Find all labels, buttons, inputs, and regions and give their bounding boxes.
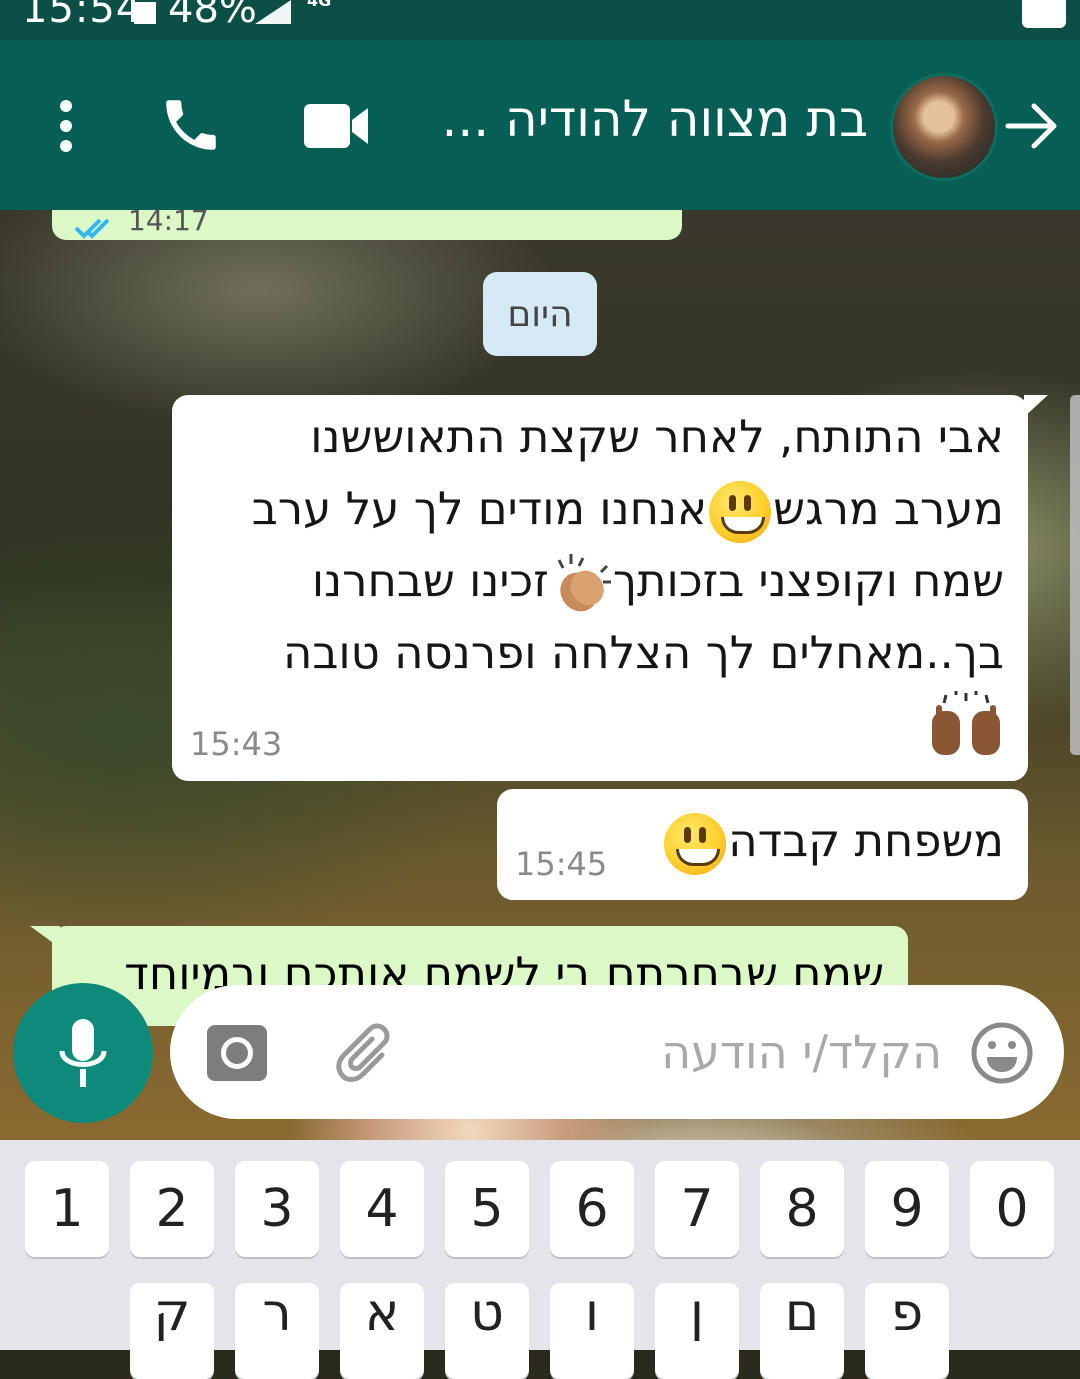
key-letter[interactable]: ם xyxy=(760,1283,844,1379)
battery-percent: 48% xyxy=(168,0,257,32)
date-chip: היום xyxy=(483,272,597,356)
double-check-icon xyxy=(74,218,110,239)
battery-icon xyxy=(134,2,156,24)
smile-emoji-icon xyxy=(664,813,727,875)
incoming-message-bubble[interactable]: משפחת קבדה 15:45 xyxy=(497,789,1028,900)
emoji-icon[interactable] xyxy=(970,1021,1034,1085)
message-line: אבי התותח, לאחר שקצת התאוששנו xyxy=(310,410,1004,463)
camera-icon[interactable] xyxy=(206,1022,268,1082)
avatar[interactable] xyxy=(890,73,998,181)
message-line: שמח וקופצני בזכותך זכינו שבחרנו xyxy=(252,545,1004,617)
key-letter[interactable]: ט xyxy=(445,1283,529,1379)
key-letter[interactable]: ו xyxy=(550,1283,634,1379)
message-line: מערב מרגש אנחנו מודים לך על ערב xyxy=(252,473,1004,545)
incoming-message-bubble[interactable]: אבי התותח, לאחר שקצת התאוששנו מערב מרגש א… xyxy=(172,395,1048,781)
network-type: 4G xyxy=(307,0,332,10)
more-vert-icon[interactable] xyxy=(50,96,82,156)
key-9[interactable]: 9 xyxy=(865,1161,949,1257)
key-letter[interactable]: א xyxy=(340,1283,424,1379)
call-icon[interactable] xyxy=(158,92,224,158)
message-fragment: שמח וקופצני בזכותך xyxy=(612,554,1004,607)
key-2[interactable]: 2 xyxy=(130,1161,214,1257)
message-time: 15:45 xyxy=(515,845,608,883)
chat-header: בת מצווה להודיה ... xyxy=(0,40,1080,210)
key-1[interactable]: 1 xyxy=(25,1161,109,1257)
message-input[interactable] xyxy=(420,1013,944,1091)
key-8[interactable]: 8 xyxy=(760,1161,844,1257)
raising-hands-emoji-icon xyxy=(932,691,1000,755)
key-letter[interactable]: ר xyxy=(235,1283,319,1379)
key-5[interactable]: 5 xyxy=(445,1161,529,1257)
video-call-icon[interactable] xyxy=(300,98,372,154)
key-6[interactable]: 6 xyxy=(550,1161,634,1257)
previous-message-bubble[interactable]: 14:17 xyxy=(52,210,682,240)
message-composer xyxy=(170,985,1064,1119)
message-fragment: אנחנו מודים לך על ערב xyxy=(251,482,708,535)
key-letter[interactable]: ן xyxy=(655,1283,739,1379)
back-arrow-icon[interactable] xyxy=(1004,100,1060,152)
key-7[interactable]: 7 xyxy=(655,1161,739,1257)
message-time: 14:17 xyxy=(128,210,209,237)
message-time: 15:43 xyxy=(190,725,283,763)
status-time: 15:54 xyxy=(22,0,143,32)
mic-button[interactable] xyxy=(13,983,153,1123)
chat-title[interactable]: בת מצווה להודיה ... xyxy=(441,90,868,148)
wifi-icon xyxy=(1022,0,1066,28)
status-bar: 15:54 48% 4G xyxy=(0,0,1080,40)
smile-emoji-icon xyxy=(709,481,772,543)
attach-icon[interactable] xyxy=(334,1021,400,1087)
key-0[interactable]: 0 xyxy=(970,1161,1054,1257)
key-3[interactable]: 3 xyxy=(235,1161,319,1257)
key-letter[interactable]: ק xyxy=(130,1283,214,1379)
message-fragment: זכינו שבחרנו xyxy=(311,554,549,607)
key-4[interactable]: 4 xyxy=(340,1161,424,1257)
message-fragment: מערב מרגש xyxy=(773,482,1004,535)
keyboard: 1 2 3 4 5 6 7 8 9 0 ק ר א ט ו ן ם פ xyxy=(0,1140,1080,1379)
message-text: אבי התותח, לאחר שקצת התאוששנו מערב מרגש א… xyxy=(252,401,1004,689)
message-fragment: משפחת קבדה xyxy=(728,814,1004,867)
key-letter[interactable]: פ xyxy=(865,1283,949,1379)
clapping-hands-emoji-icon xyxy=(557,554,611,612)
mic-icon xyxy=(59,1019,107,1087)
message-line: בך..מאחלים לך הצלחה ופרנסה טובה xyxy=(282,626,1004,679)
signal-icon xyxy=(255,0,291,24)
scrollbar[interactable] xyxy=(1070,395,1080,755)
message-text: משפחת קבדה xyxy=(662,805,1004,877)
